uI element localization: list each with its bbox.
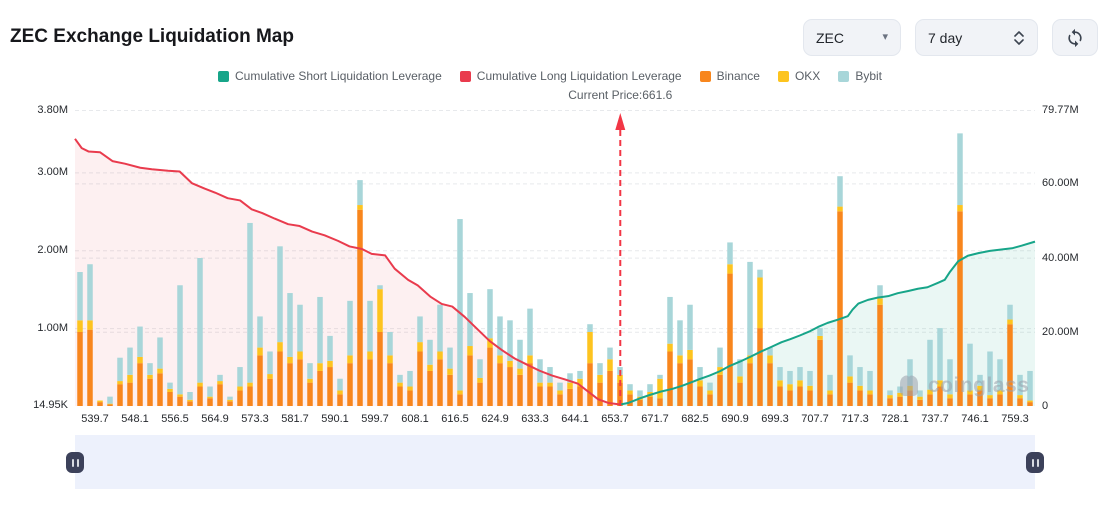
axis-tick-label: 564.9 [201,413,229,425]
axis-tick-label: 608.1 [401,413,429,425]
zoom-slider-track[interactable] [66,435,1044,489]
axis-tick-label: 581.7 [281,413,309,425]
liquidation-chart: Cumulative Short Liquidation Leverage Cum… [0,0,1100,508]
axis-tick-label: 671.7 [641,413,669,425]
axis-tick-label: 746.1 [961,413,989,425]
axis-tick-label: 644.1 [561,413,589,425]
axis-tick-label: 699.3 [761,413,789,425]
slider-right-handle[interactable] [1026,452,1044,473]
axis-tick-label: 633.3 [521,413,549,425]
x-axis: 539.7 548.1 556.5 564.9 573.3 581.7 590.1 599.7… [0,0,1100,508]
axis-tick-label: 599.7 [361,413,389,425]
axis-tick-label: 616.5 [441,413,469,425]
liquidation-map-page: ZEC Exchange Liquidation Map ZEC ▾ 7 day… [0,0,1100,508]
axis-tick-label: 707.7 [801,413,829,425]
axis-tick-label: 682.5 [681,413,709,425]
axis-tick-label: 573.3 [241,413,269,425]
axis-tick-label: 728.1 [881,413,909,425]
axis-tick-label: 624.9 [481,413,509,425]
axis-tick-label: 590.1 [321,413,349,425]
axis-tick-label: 653.7 [601,413,629,425]
axis-tick-label: 539.7 [81,413,109,425]
axis-tick-label: 759.3 [1001,413,1029,425]
axis-tick-label: 690.9 [721,413,749,425]
axis-tick-label: 548.1 [121,413,149,425]
slider-left-handle[interactable] [66,452,84,473]
axis-tick-label: 556.5 [161,413,189,425]
axis-tick-label: 717.3 [841,413,869,425]
axis-tick-label: 737.7 [921,413,949,425]
